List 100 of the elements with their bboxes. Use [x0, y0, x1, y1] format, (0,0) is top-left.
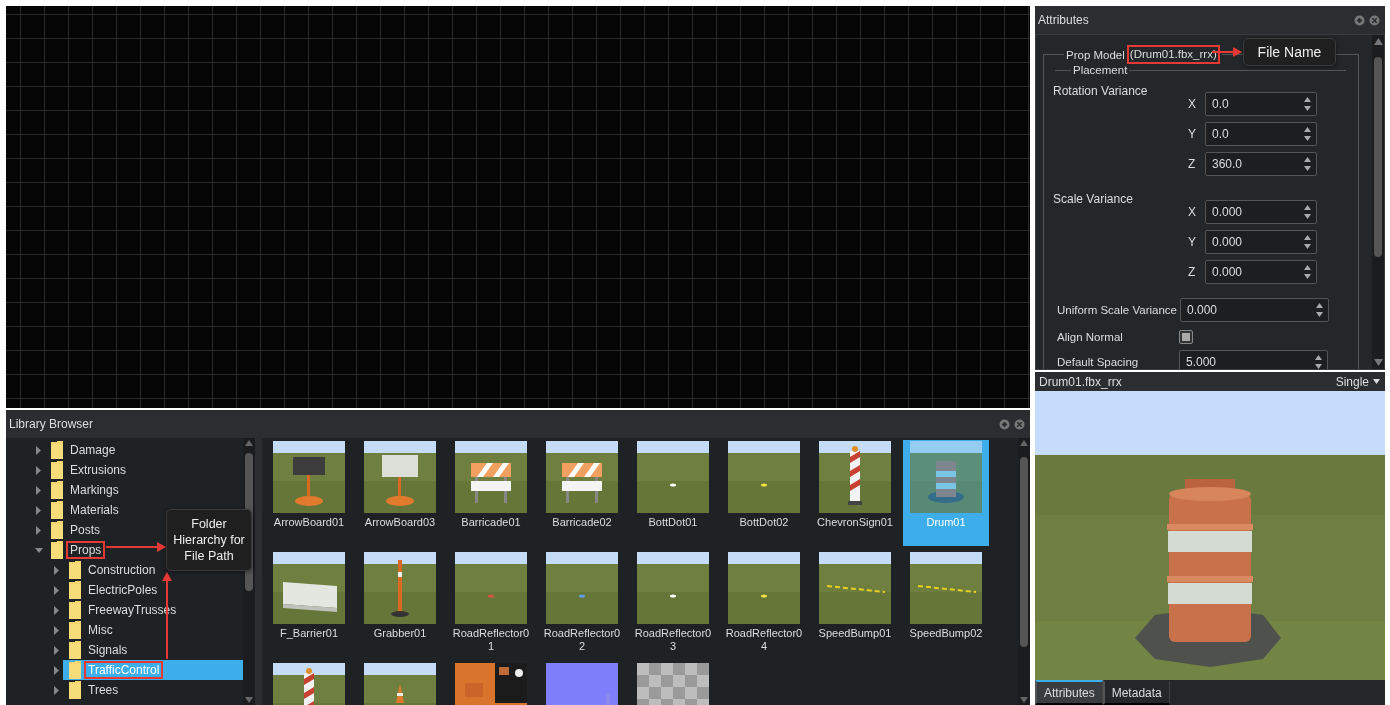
- tab[interactable]: Attributes: [1035, 680, 1103, 705]
- mode-dropdown[interactable]: Single: [1335, 374, 1380, 389]
- float-icon[interactable]: [1354, 14, 1365, 26]
- scrollbar-thumb[interactable]: [1374, 57, 1382, 257]
- thumbnail[interactable]: F_Barrier01: [266, 551, 352, 657]
- thumbnail[interactable]: SpeedBump02: [903, 551, 989, 657]
- axis-label: Z: [1188, 265, 1197, 279]
- callout-tooltip: Folder Hierarchy for File Path: [166, 509, 252, 571]
- caret-icon[interactable]: [35, 445, 43, 455]
- spin-arrows-icon[interactable]: [1315, 355, 1322, 369]
- folder-icon: [51, 461, 63, 479]
- scroll-down-icon[interactable]: [1020, 697, 1028, 703]
- folder-name: Construction: [87, 562, 157, 579]
- tree-item[interactable]: Damage: [45, 440, 243, 460]
- thumbnail[interactable]: RoadReflector03: [630, 551, 716, 657]
- thumbnail[interactable]: BottDot01: [630, 440, 716, 546]
- thumbnail-label: Barricade02: [551, 516, 613, 529]
- tree-item[interactable]: Misc: [63, 620, 243, 640]
- number-field[interactable]: 360.0: [1205, 152, 1317, 176]
- folder-icon: [51, 541, 63, 559]
- folder-name: Trees: [87, 682, 120, 699]
- caret-icon[interactable]: [53, 665, 61, 675]
- tab[interactable]: Metadata: [1102, 680, 1170, 705]
- thumbnail[interactable]: ChevronSign01: [812, 440, 898, 546]
- axis-label: Y: [1188, 235, 1197, 249]
- tree-item[interactable]: Signals: [63, 640, 243, 660]
- thumbnail[interactable]: RoadReflector02: [539, 551, 625, 657]
- close-icon[interactable]: [1014, 418, 1025, 430]
- thumbnail[interactable]: ArrowBoard03: [357, 440, 443, 546]
- folder-name: Signals: [87, 642, 129, 659]
- folder-icon: [51, 441, 63, 459]
- folder-name: Props: [66, 541, 106, 559]
- spin-arrows-icon[interactable]: [1304, 235, 1311, 249]
- tree-item[interactable]: Markings: [45, 480, 243, 500]
- folder-icon: [69, 581, 81, 599]
- thumbnail-label: Barricade01: [460, 516, 522, 529]
- folder-name: Misc: [87, 622, 114, 639]
- number-field[interactable]: 0.000: [1205, 200, 1317, 224]
- thumbnail[interactable]: Barricade01: [448, 440, 534, 546]
- caret-icon[interactable]: [53, 605, 61, 615]
- thumbnail-label: SpeedBump02: [908, 627, 984, 640]
- scroll-down-icon[interactable]: [245, 697, 253, 703]
- folder-name: Posts: [69, 522, 101, 539]
- close-icon[interactable]: [1369, 14, 1380, 26]
- number-field[interactable]: 0.0: [1205, 92, 1317, 116]
- caret-icon[interactable]: [53, 585, 61, 595]
- thumbnail-label: F_Barrier01: [278, 627, 340, 640]
- thumbnail[interactable]: RoadReflector01: [448, 551, 534, 657]
- checkbox[interactable]: [1179, 330, 1193, 344]
- tree-item[interactable]: Extrusions: [45, 460, 243, 480]
- scrollbar-thumb[interactable]: [1020, 456, 1028, 647]
- float-icon[interactable]: [999, 418, 1010, 430]
- caret-icon[interactable]: [53, 685, 61, 695]
- preview-title: Drum01.fbx_rrx: [1039, 374, 1122, 389]
- field-label: Uniform Scale Variance: [1057, 304, 1177, 316]
- thumbnail[interactable]: SpeedBump01: [812, 551, 898, 657]
- spin-arrows-icon[interactable]: [1304, 157, 1311, 171]
- caret-icon[interactable]: [53, 625, 61, 635]
- number-field[interactable]: 0.000: [1179, 298, 1329, 322]
- thumbnail-label: RoadReflector01: [452, 627, 530, 653]
- caret-icon[interactable]: [35, 485, 43, 495]
- number-field[interactable]: 5.000: [1179, 350, 1328, 369]
- number-field[interactable]: 0.0: [1205, 122, 1317, 146]
- folder-name: Extrusions: [69, 462, 128, 479]
- caret-icon[interactable]: [35, 465, 43, 475]
- thumbnail-label: RoadReflector03: [634, 627, 712, 653]
- thumbnail[interactable]: RoadReflector04: [721, 551, 807, 657]
- caret-icon[interactable]: [53, 645, 61, 655]
- spin-arrows-icon[interactable]: [1304, 127, 1311, 141]
- thumbnail-label: ChevronSign01: [816, 516, 894, 529]
- thumbnail-label: SpeedBump01: [817, 627, 893, 640]
- thumbnail[interactable]: ArrowBoard01: [266, 440, 352, 546]
- thumbnail[interactable]: BottDot02: [721, 440, 807, 546]
- caret-icon[interactable]: [1373, 379, 1380, 384]
- scroll-up-icon[interactable]: [1020, 440, 1028, 446]
- callout-tooltip: File Name: [1243, 38, 1336, 66]
- arrow: [106, 542, 166, 552]
- caret-icon[interactable]: [53, 565, 61, 575]
- axis-label: Z: [1188, 157, 1197, 171]
- panel-title: Attributes: [1038, 13, 1089, 27]
- spin-arrows-icon[interactable]: [1304, 205, 1311, 219]
- spin-arrows-icon[interactable]: [1304, 97, 1311, 111]
- tree-item[interactable]: Trees: [63, 680, 243, 700]
- scroll-up-icon[interactable]: [245, 440, 253, 446]
- caret-icon[interactable]: [35, 505, 43, 515]
- number-field[interactable]: 0.000: [1205, 260, 1317, 284]
- scroll-down-icon[interactable]: [1373, 359, 1383, 366]
- folder-name: ElectricPoles: [87, 582, 159, 599]
- scroll-up-icon[interactable]: [1373, 38, 1383, 45]
- axis-label: X: [1188, 205, 1197, 219]
- folder-icon: [69, 661, 81, 679]
- thumbnail[interactable]: Barricade02: [539, 440, 625, 546]
- spin-arrows-icon[interactable]: [1304, 265, 1311, 279]
- caret-icon[interactable]: [35, 545, 43, 555]
- caret-icon[interactable]: [35, 525, 43, 535]
- spin-arrows-icon[interactable]: [1315, 303, 1323, 317]
- number-field[interactable]: 0.000: [1205, 230, 1317, 254]
- axis-label: Y: [1188, 127, 1197, 141]
- thumbnail[interactable]: Grabber01: [357, 551, 443, 657]
- tree-item[interactable]: ElectricPoles: [63, 580, 243, 600]
